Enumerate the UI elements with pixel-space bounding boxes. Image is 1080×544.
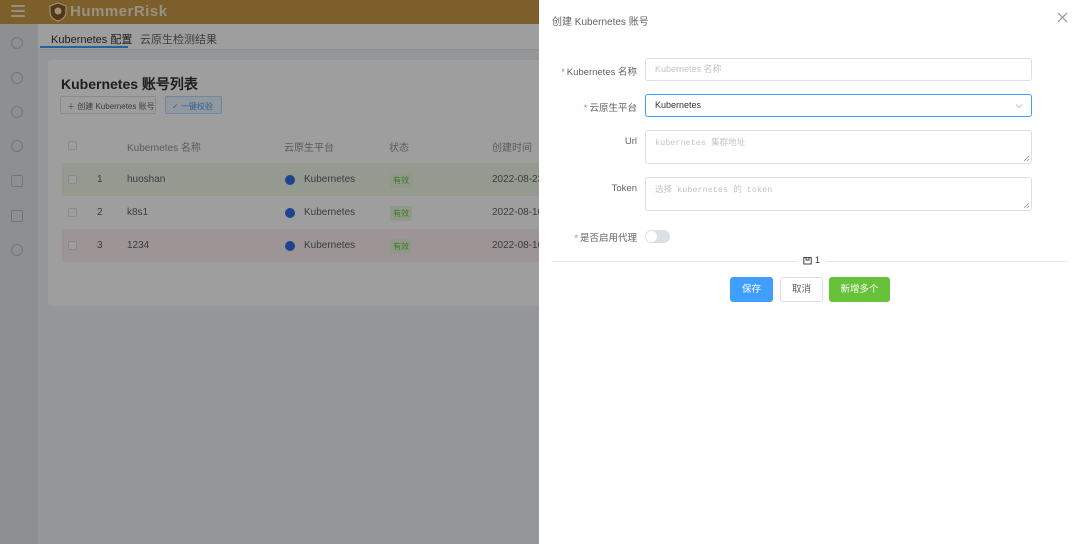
create-account-drawer: 创建 Kubernetes 账号 * Kubernetes 名称 Kubernet… (539, 0, 1080, 544)
token-placeholder: 选择 kubernetes 的 token (655, 185, 773, 195)
divider-badge: 1 (797, 255, 827, 265)
name-label-text: Kubernetes 名称 (566, 67, 637, 78)
box-icon (803, 256, 812, 264)
name-input[interactable]: Kubernetes 名称 (645, 58, 1032, 81)
resize-grip-icon[interactable] (1023, 202, 1030, 209)
platform-select[interactable]: Kubernetes (645, 94, 1032, 117)
url-placeholder: kubernetes 集群地址 (655, 138, 746, 148)
token-textarea[interactable]: 选择 kubernetes 的 token (645, 177, 1032, 211)
add-more-button[interactable]: 新增多个 (829, 277, 890, 302)
close-icon[interactable] (1057, 12, 1068, 23)
token-label-text: Token (611, 183, 637, 194)
proxy-toggle[interactable] (645, 230, 670, 243)
url-label: Url (625, 136, 637, 147)
platform-selected-value: Kubernetes (655, 100, 702, 110)
divider-count: 1 (815, 255, 821, 265)
url-textarea[interactable]: kubernetes 集群地址 (645, 130, 1032, 164)
token-label: Token (612, 183, 637, 194)
platform-label: * 云原生平台 (583, 103, 637, 114)
toggle-knob (646, 231, 657, 242)
proxy-label: * 是否启用代理 (574, 233, 637, 244)
name-placeholder: Kubernetes 名称 (655, 64, 722, 74)
chevron-down-icon (1015, 104, 1023, 109)
proxy-label-text: 是否启用代理 (579, 233, 637, 244)
platform-label-text: 云原生平台 (589, 103, 637, 114)
url-label-text: Url (624, 136, 637, 147)
save-button[interactable]: 保存 (730, 277, 773, 302)
cancel-button[interactable]: 取消 (780, 277, 823, 302)
resize-grip-icon[interactable] (1023, 155, 1030, 162)
drawer-title: 创建 Kubernetes 账号 (552, 17, 649, 28)
name-label: * Kubernetes 名称 (561, 67, 637, 78)
